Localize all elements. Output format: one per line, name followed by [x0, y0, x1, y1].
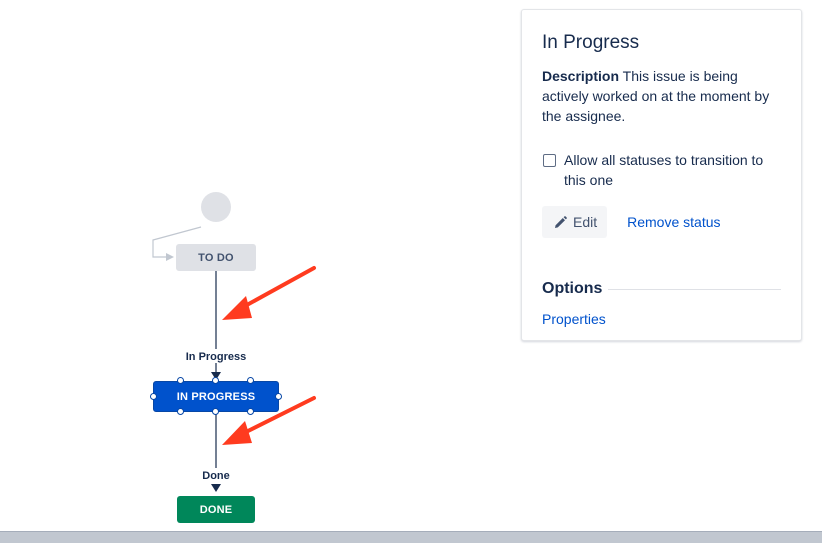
properties-link[interactable]: Properties: [542, 311, 606, 327]
options-title: Options: [542, 280, 603, 297]
resize-handle[interactable]: [177, 377, 184, 384]
options-section-header: Options: [542, 280, 781, 298]
status-node-done[interactable]: DONE: [177, 496, 255, 523]
panel-title: In Progress: [542, 32, 640, 53]
allow-all-statuses-label[interactable]: Allow all statuses to transition to this…: [564, 150, 781, 190]
initial-transition-arrowhead: [166, 253, 174, 261]
edit-button[interactable]: Edit: [542, 206, 608, 238]
resize-handle[interactable]: [247, 408, 254, 415]
start-node[interactable]: [201, 192, 231, 222]
allow-all-statuses-checkbox[interactable]: [543, 154, 556, 167]
resize-handle[interactable]: [212, 377, 219, 384]
allow-all-statuses-row: Allow all statuses to transition to this…: [542, 150, 781, 190]
transition-label-done[interactable]: Done: [202, 470, 230, 482]
options-divider: [608, 288, 781, 290]
status-node-todo[interactable]: TO DO: [176, 244, 256, 271]
status-description: Description This issue is being actively…: [542, 66, 781, 126]
pencil-icon: [555, 215, 567, 228]
resize-handle[interactable]: [177, 408, 184, 415]
resize-handle[interactable]: [247, 377, 254, 384]
annotation-arrow-1: [222, 266, 316, 320]
description-label: Description: [542, 68, 620, 84]
horizontal-scrollbar[interactable]: [0, 531, 822, 543]
transition-arrowhead-done: [211, 484, 221, 492]
status-details-panel: In Progress Description This issue is be…: [521, 9, 802, 341]
resize-handle[interactable]: [150, 393, 157, 400]
resize-handle[interactable]: [275, 393, 282, 400]
edit-button-label: Edit: [573, 214, 598, 230]
remove-status-link[interactable]: Remove status: [627, 214, 720, 230]
resize-handle[interactable]: [212, 408, 219, 415]
transition-label-in-progress[interactable]: In Progress: [186, 351, 247, 363]
panel-actions: Edit Remove status: [542, 206, 781, 238]
